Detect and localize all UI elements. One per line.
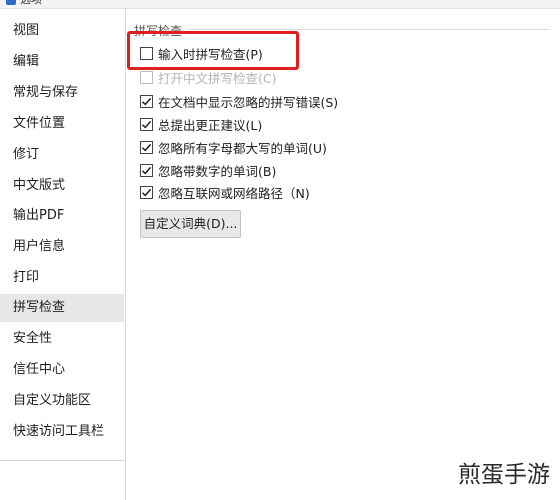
option-label: 忽略互联网或网络路径（N) [158,185,310,201]
checkmark-icon [141,120,152,128]
option-label: 总提出更正建议(L) [158,117,263,133]
sidebar-item-file-locations[interactable]: 文件位置 [0,110,124,138]
sidebar-item-revisions[interactable]: 修订 [0,141,124,169]
watermark-text: 煎蛋手游 [450,459,558,491]
option-label: 忽略所有字母都大写的单词(U) [158,140,327,156]
sidebar-item-spell-check[interactable]: 拼写检查 [0,294,124,322]
checkbox-checked[interactable] [140,163,153,177]
sidebar-item-edit[interactable]: 编辑 [0,48,124,76]
option-label: 在文档中显示忽略的拼写错误(S) [158,94,339,110]
checkmark-icon [141,188,152,196]
checkbox-checked[interactable] [140,94,153,108]
checkbox-checked[interactable] [140,140,153,154]
sidebar-item-customize-ribbon[interactable]: 自定义功能区 [0,387,124,415]
app-icon [6,0,16,5]
custom-dictionary-button[interactable]: 自定义词典(D)... [140,210,241,238]
sidebar-item-export-pdf[interactable]: 输出PDF [0,202,124,230]
sidebar-item-user-info[interactable]: 用户信息 [0,233,124,261]
option-always-suggest-corrections[interactable]: 总提出更正建议(L) [140,115,262,133]
checkbox-checked[interactable] [140,185,153,199]
checkbox-checked[interactable] [140,117,153,131]
checkmark-icon [141,143,152,151]
option-show-ignored-errors[interactable]: 在文档中显示忽略的拼写错误(S) [140,92,338,110]
option-chinese-spell-check: 打开中文拼写检查(C) [140,68,276,86]
option-label: 打开中文拼写检查(C) [158,70,277,86]
sidebar-item-general-save[interactable]: 常规与保存 [0,79,124,107]
option-ignore-uppercase-words[interactable]: 忽略所有字母都大写的单词(U) [140,138,327,156]
sidebar-item-trust-center[interactable]: 信任中心 [0,356,124,384]
checkbox-disabled [140,70,153,84]
sidebar-item-chinese-layout[interactable]: 中文版式 [0,172,124,200]
option-ignore-internet-paths[interactable]: 忽略互联网或网络路径（N) [140,183,310,201]
sidebar-divider [0,460,126,461]
checkmark-icon [141,97,152,105]
sidebar-item-view[interactable]: 视图 [0,17,124,45]
red-highlight-annotation [127,31,299,70]
checkmark-icon [141,166,152,174]
option-label: 忽略带数字的单词(B) [158,163,277,179]
option-ignore-words-with-numbers[interactable]: 忽略带数字的单词(B) [140,161,276,179]
options-sidebar: 视图 编辑 常规与保存 文件位置 修订 中文版式 输出PDF 用户信息 打印 拼… [0,9,126,500]
sidebar-item-print[interactable]: 打印 [0,264,124,292]
window-title-bar: 选项 [0,0,560,9]
sidebar-item-security[interactable]: 安全性 [0,325,124,353]
sidebar-item-quick-access-toolbar[interactable]: 快速访问工具栏 [0,418,124,446]
window-title: 选项 [20,0,50,6]
section-divider [190,29,550,30]
